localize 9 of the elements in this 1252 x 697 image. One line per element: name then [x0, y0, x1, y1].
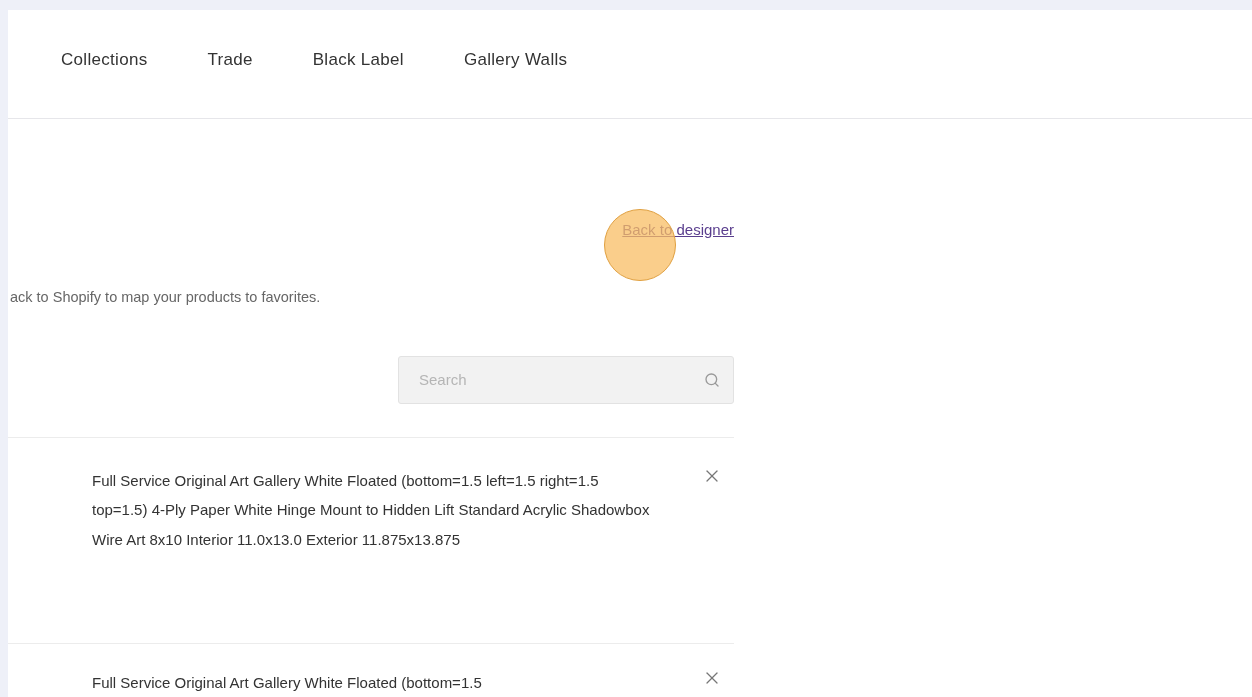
- search-field[interactable]: Search: [398, 355, 734, 404]
- product-name: Full Service Original Art Gallery White Floated (bottom=1.5 left=1.5 right=1.5 top=1.5) 4-Ply Paper White Hinge Mount to Hidden Lift Standard Acrylic Shadowbox Wire Art 8x10 Interior 11.0x13.0 Exterior 11.875x13.875: [92, 470, 651, 550]
- nav-link[interactable]: Collections: [61, 49, 148, 78]
- nav-link[interactable]: Black Label: [312, 49, 404, 78]
- description-text: ack to Shopify to map your products to favorites.: [10, 288, 322, 305]
- nav-link[interactable]: Trade: [207, 49, 253, 78]
- nav-link[interactable]: Gallery Walls: [463, 49, 568, 78]
- search-icon: [704, 371, 720, 388]
- product-name: Full Service Original Art Gallery White Floated (bottom=1.5: [92, 672, 483, 693]
